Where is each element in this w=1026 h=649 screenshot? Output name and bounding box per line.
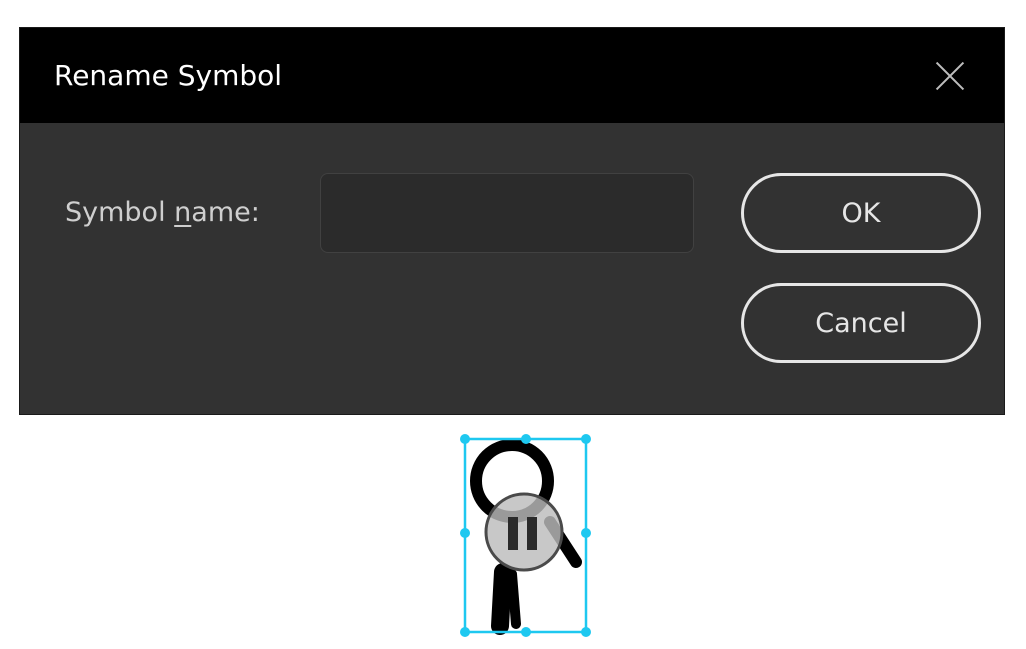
resize-handle [581, 627, 591, 637]
rename-symbol-dialog: Rename Symbol Symbol name: OK Cancel [19, 27, 1005, 415]
dialog-title: Rename Symbol [54, 59, 283, 92]
close-icon[interactable] [934, 60, 966, 92]
symbol-name-label-suffix: ame: [191, 197, 260, 228]
resize-handle [581, 528, 591, 538]
resize-handle [581, 434, 591, 444]
symbol-name-label-prefix: Symbol [65, 197, 175, 228]
symbol-name-label-access-key: n [174, 197, 192, 228]
symbol-name-label: Symbol name: [65, 196, 260, 230]
resize-handle [460, 434, 470, 444]
ok-button[interactable]: OK [741, 173, 981, 253]
pause-icon[interactable] [484, 492, 564, 572]
cancel-button[interactable]: Cancel [741, 283, 981, 363]
dialog-titlebar[interactable]: Rename Symbol [20, 28, 1004, 123]
resize-handle [460, 528, 470, 538]
resize-handle [460, 627, 470, 637]
resize-handle [521, 627, 531, 637]
symbol-name-input[interactable] [320, 173, 694, 253]
